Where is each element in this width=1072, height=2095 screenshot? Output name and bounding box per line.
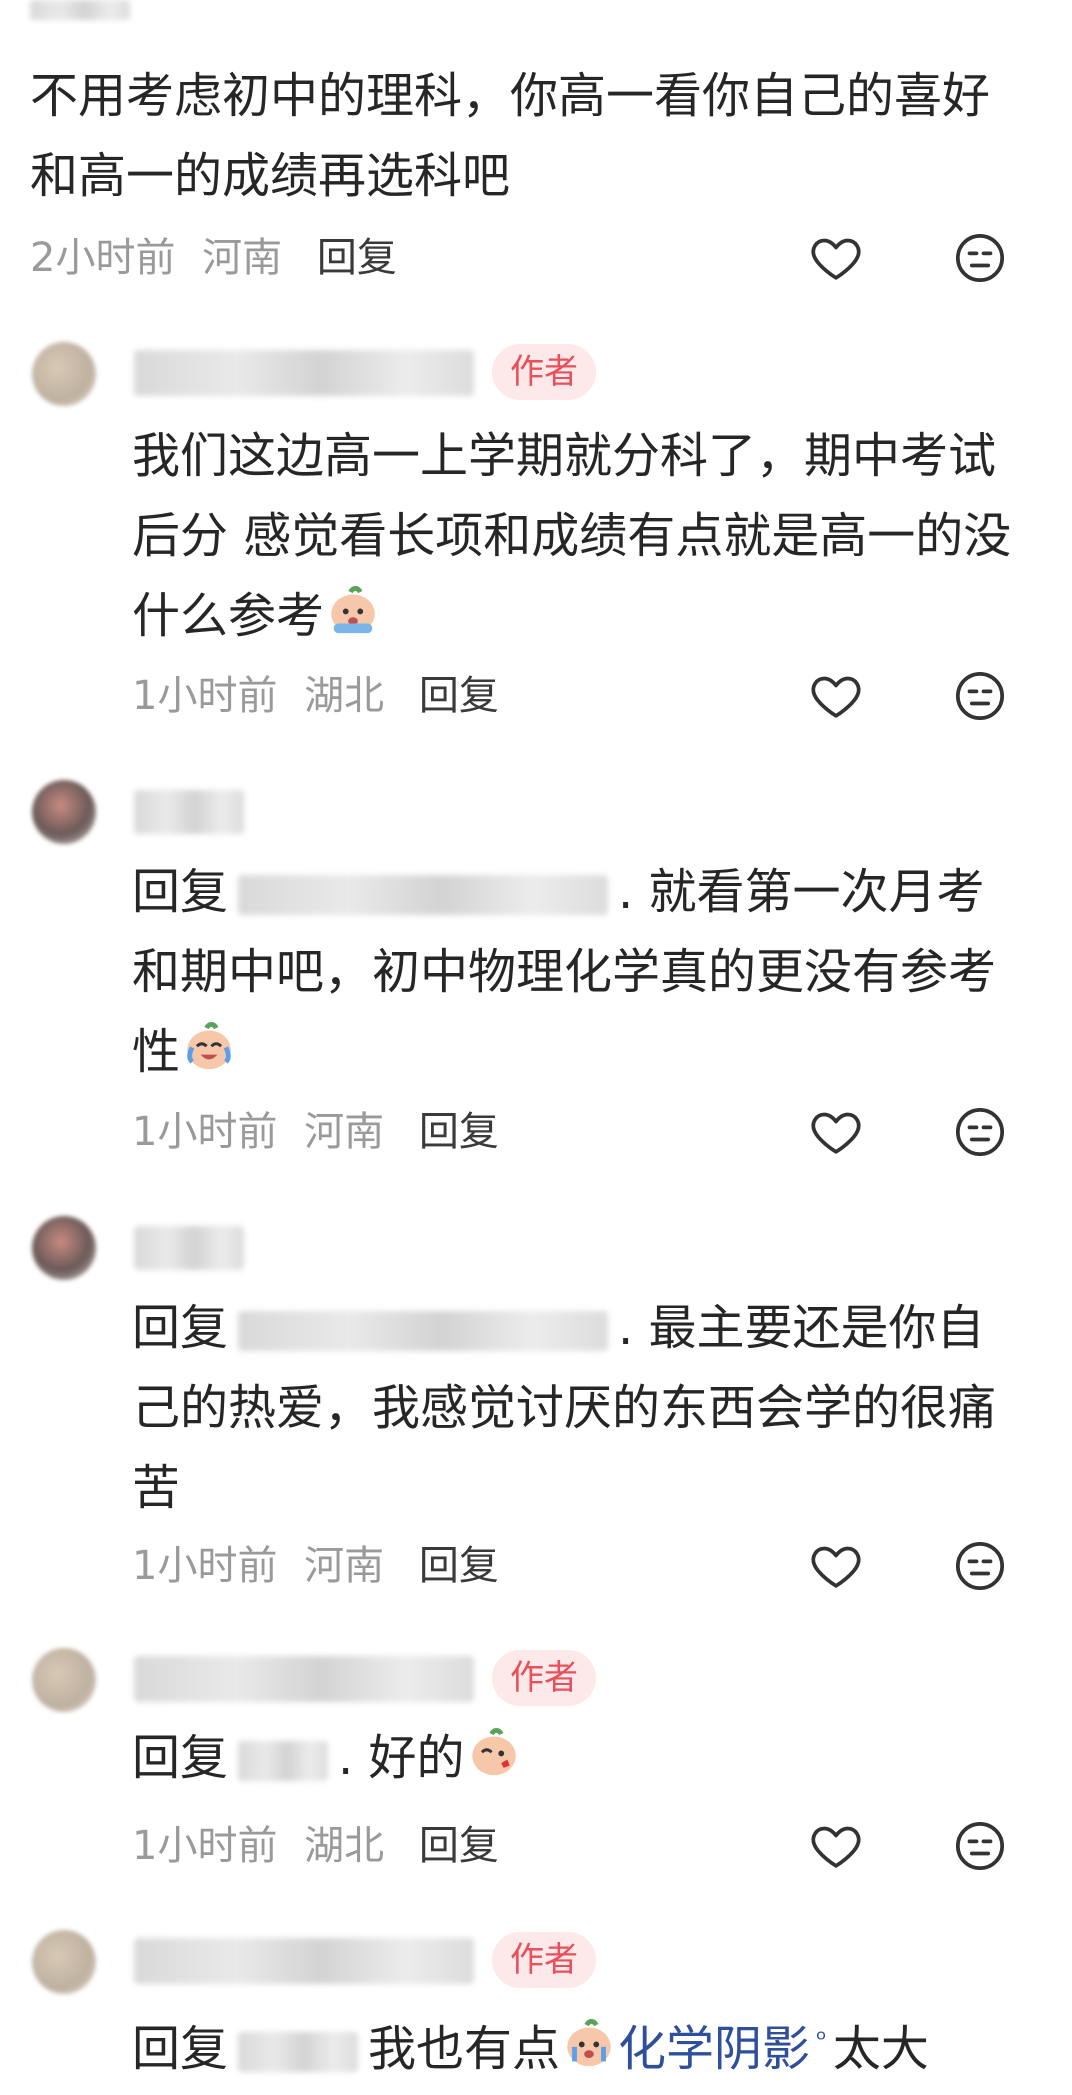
comment-location: 河南 bbox=[304, 1109, 385, 1155]
neutral-face-icon bbox=[955, 1821, 1005, 1871]
search-link[interactable]: 化学阴影 bbox=[618, 2021, 810, 2077]
comment-meta: 1小时前 河南 回复 bbox=[132, 1102, 499, 1162]
like-button[interactable] bbox=[808, 1538, 864, 1594]
neutral-face-icon bbox=[955, 233, 1005, 283]
reply-prefix: 回复 bbox=[132, 1730, 229, 1786]
comment-line-text: . 最主要还是你自 bbox=[618, 1300, 985, 1356]
comment-time: 1小时前 bbox=[132, 1543, 278, 1589]
comment-time: 1小时前 bbox=[132, 1109, 278, 1155]
neutral-face-icon bbox=[955, 671, 1005, 721]
comment-line: 回复 . 好的 bbox=[132, 1718, 1052, 1798]
comment-line: 己的热爱，我感觉讨厌的东西会学的很痛 bbox=[132, 1380, 997, 1436]
like-button[interactable] bbox=[808, 1818, 864, 1874]
comment-line: 和高一的成绩再选科吧 bbox=[30, 148, 511, 204]
author-tag: 作者 bbox=[492, 344, 596, 400]
dislike-button[interactable] bbox=[952, 1104, 1008, 1160]
comment-text: 不用考虑初中的理科，你高一看你自己的喜好 和高一的成绩再选科吧 bbox=[30, 56, 1060, 216]
username-blurred[interactable] bbox=[134, 1938, 474, 1984]
comment-line: 回复 我也有点 化学阴影 ᵒ 太大 bbox=[132, 2000, 1062, 2089]
comment-line: 性 bbox=[132, 1012, 1052, 1092]
comment-line-text: . 就看第一次月考 bbox=[618, 864, 985, 920]
comment-location: 河南 bbox=[304, 1543, 385, 1589]
reply-button[interactable]: 回复 bbox=[419, 673, 499, 719]
comment-text: 回复 . 最主要还是你自 己的热爱，我感觉讨厌的东西会学的很痛 苦 bbox=[132, 1288, 1052, 1528]
comment-time: 1小时前 bbox=[132, 673, 278, 719]
username-blurred[interactable] bbox=[134, 790, 244, 834]
comment-location: 湖北 bbox=[304, 1823, 385, 1869]
comment-line: 和期中吧，初中物理化学真的更没有参考 bbox=[132, 944, 997, 1000]
comment-time: 1小时前 bbox=[132, 1823, 278, 1869]
dislike-button[interactable] bbox=[952, 668, 1008, 724]
blowing-kiss-emoji-icon bbox=[465, 1722, 523, 1780]
like-button[interactable] bbox=[808, 230, 864, 286]
author-tag: 作者 bbox=[492, 1650, 596, 1706]
comment-line: 后分 感觉看长项和成绩有点就是高一的没 bbox=[132, 508, 1012, 564]
dislike-button[interactable] bbox=[952, 1818, 1008, 1874]
avatar[interactable] bbox=[32, 1930, 96, 1994]
crying-emoji-icon bbox=[560, 2013, 618, 2071]
dislike-button[interactable] bbox=[952, 1538, 1008, 1594]
comment-line: 不用考虑初中的理科，你高一看你自己的喜好 bbox=[30, 68, 991, 124]
avatar[interactable] bbox=[32, 780, 96, 844]
comment-location: 湖北 bbox=[304, 673, 385, 719]
reply-button[interactable]: 回复 bbox=[419, 1109, 499, 1155]
comment-text: 回复 . 好的 bbox=[132, 1718, 1052, 1798]
comment-line: 我们这边高一上学期就分科了，期中考试 bbox=[132, 428, 997, 484]
neutral-face-icon bbox=[955, 1107, 1005, 1157]
crying-emoji-icon bbox=[324, 580, 382, 638]
like-button[interactable] bbox=[808, 668, 864, 724]
comment-text: 回复 我也有点 化学阴影 ᵒ 太大 bbox=[132, 2000, 1062, 2089]
comment-line: 回复 . 就看第一次月考 bbox=[132, 852, 1052, 932]
author-tag: 作者 bbox=[492, 1932, 596, 1988]
avatar[interactable] bbox=[32, 342, 96, 406]
comment-meta: 1小时前 湖北 回复 bbox=[132, 1816, 499, 1876]
neutral-face-icon bbox=[955, 1541, 1005, 1591]
comment-line-text: 太大 bbox=[832, 2021, 929, 2077]
comment-text: 我们这边高一上学期就分科了，期中考试 后分 感觉看长项和成绩有点就是高一的没 什… bbox=[132, 416, 1052, 656]
username-blurred[interactable] bbox=[134, 1226, 244, 1270]
heart-outline-icon bbox=[811, 1546, 861, 1588]
mentioned-user-blurred[interactable] bbox=[238, 2032, 359, 2072]
heart-outline-icon bbox=[811, 1826, 861, 1868]
comment-text: 回复 . 就看第一次月考 和期中吧，初中物理化学真的更没有参考 性 bbox=[132, 852, 1052, 1092]
reply-prefix: 回复 bbox=[132, 2021, 229, 2077]
avatar[interactable] bbox=[32, 1216, 96, 1280]
comment-line-text: 性 bbox=[132, 1024, 181, 1080]
heart-outline-icon bbox=[811, 238, 861, 280]
comment-location: 河南 bbox=[202, 235, 283, 281]
comment-meta: 1小时前 湖北 回复 bbox=[132, 666, 499, 726]
comment-line: 回复 . 最主要还是你自 bbox=[132, 1288, 1052, 1368]
mentioned-user-blurred[interactable] bbox=[238, 1741, 329, 1781]
mentioned-user-blurred[interactable] bbox=[238, 1311, 609, 1351]
comment-line-text: 什么参考 bbox=[132, 588, 325, 644]
reply-button[interactable]: 回复 bbox=[419, 1823, 499, 1869]
heart-outline-icon bbox=[811, 676, 861, 718]
comment-line: 什么参考 bbox=[132, 576, 1052, 656]
heart-outline-icon bbox=[811, 1112, 861, 1154]
reply-button[interactable]: 回复 bbox=[317, 235, 397, 281]
reply-prefix: 回复 bbox=[132, 1300, 229, 1356]
username-blurred[interactable] bbox=[134, 1656, 474, 1702]
search-icon[interactable]: ᵒ bbox=[816, 2025, 827, 2055]
mentioned-user-blurred[interactable] bbox=[238, 875, 609, 915]
comment-meta: 1小时前 河南 回复 bbox=[132, 1536, 499, 1596]
username-blurred[interactable] bbox=[30, 0, 130, 20]
comment-line-text: 我也有点 bbox=[368, 2021, 561, 2077]
username-blurred[interactable] bbox=[134, 350, 474, 396]
like-button[interactable] bbox=[808, 1104, 864, 1160]
comment-meta: 2小时前 河南 回复 bbox=[30, 228, 397, 288]
avatar[interactable] bbox=[32, 1648, 96, 1712]
reply-prefix: 回复 bbox=[132, 864, 229, 920]
comment-line-text: . 好的 bbox=[338, 1730, 465, 1786]
dislike-button[interactable] bbox=[952, 230, 1008, 286]
comment-line: 苦 bbox=[132, 1460, 181, 1516]
comment-time: 2小时前 bbox=[30, 235, 176, 281]
crying-laugh-emoji-icon bbox=[180, 1016, 238, 1074]
reply-button[interactable]: 回复 bbox=[419, 1543, 499, 1589]
